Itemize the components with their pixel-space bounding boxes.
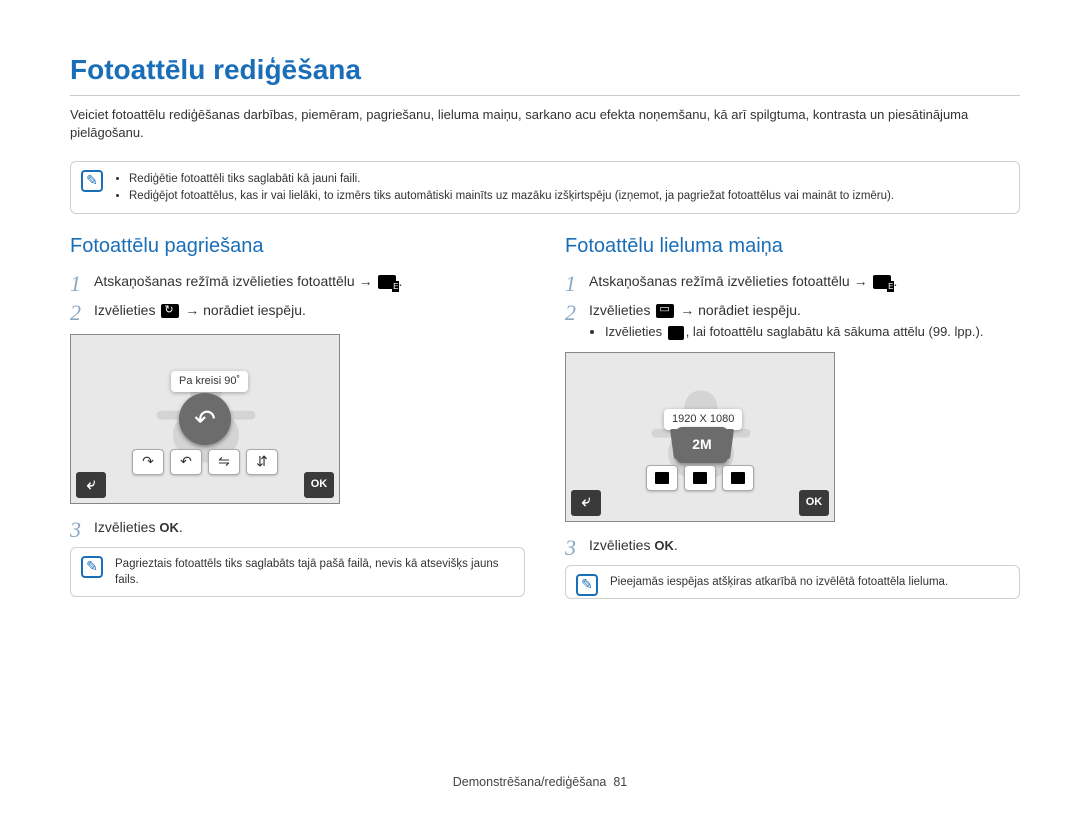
- ok-button[interactable]: OK: [799, 490, 829, 516]
- resize-note-box: ✎ Pieejamās iespējas atšķiras atkarībā n…: [565, 565, 1020, 599]
- start-image-icon: [668, 326, 684, 340]
- size-option-1-button[interactable]: [646, 465, 678, 491]
- step3-resize: Izvēlieties OK.: [589, 536, 1020, 556]
- step3-rotate: Izvēlieties OK.: [94, 518, 525, 538]
- note-icon: ✎: [576, 574, 598, 596]
- top-note-box: ✎ Rediģētie fotoattēli tiks saglabāti kā…: [70, 161, 1020, 214]
- back-button[interactable]: ⤶: [571, 490, 601, 516]
- rotate-screenshot: Pa kreisi 90˚ ↶ ↷ ↶ ⇋ ⇵ ⤶ OK: [70, 334, 340, 504]
- resize-sub-bullet: Izvēlieties , lai fotoattēlu saglabātu k…: [605, 323, 1020, 341]
- back-button[interactable]: ⤶: [76, 472, 106, 498]
- rotate-left-button[interactable]: ↶: [170, 449, 202, 475]
- edit-icon: [873, 275, 891, 289]
- size-option-2-button[interactable]: [684, 465, 716, 491]
- ok-button[interactable]: OK: [304, 472, 334, 498]
- rotate-tooltip: Pa kreisi 90˚: [171, 371, 248, 392]
- rotate-icon: [161, 304, 179, 318]
- rotate-main-button[interactable]: ↶: [179, 393, 231, 445]
- col-rotate: Fotoattēlu pagriešana 1 Atskaņošanas rež…: [70, 232, 525, 617]
- heading-rotate: Fotoattēlu pagriešana: [70, 232, 525, 260]
- step1-resize: Atskaņošanas režīmā izvēlieties fotoattē…: [589, 272, 1020, 292]
- note-icon: ✎: [81, 170, 103, 192]
- flip-horizontal-button[interactable]: ⇋: [208, 449, 240, 475]
- note-icon: ✎: [81, 556, 103, 578]
- rotate-note-box: ✎ Pagrieztais fotoattēls tiks saglabāts …: [70, 547, 525, 597]
- step2-rotate: Izvēlieties → norādiet iespēju.: [94, 301, 525, 321]
- flip-vertical-button[interactable]: ⇵: [246, 449, 278, 475]
- step-number: 2: [565, 301, 589, 324]
- step2-resize: Izvēlieties → norādiet iespēju. Izvēliet…: [589, 301, 1020, 342]
- top-note-2: Rediģējot fotoattēlus, kas ir vai lielāk…: [129, 188, 1007, 204]
- step-number: 2: [70, 301, 94, 324]
- step-number: 1: [565, 272, 589, 295]
- step-number: 1: [70, 272, 94, 295]
- rotate-right-button[interactable]: ↷: [132, 449, 164, 475]
- page-footer: Demonstrēšana/rediģēšana 81: [0, 774, 1080, 792]
- page-title: Fotoattēlu rediģēšana: [70, 50, 1020, 96]
- edit-icon: [378, 275, 396, 289]
- step-number: 3: [70, 518, 94, 541]
- resize-icon: [656, 304, 674, 318]
- resize-main-button[interactable]: 2M: [676, 427, 728, 463]
- col-resize: Fotoattēlu lieluma maiņa 1 Atskaņošanas …: [565, 232, 1020, 617]
- step-number: 3: [565, 536, 589, 559]
- top-note-1: Rediģētie fotoattēli tiks saglabāti kā j…: [129, 171, 1007, 187]
- step1-rotate: Atskaņošanas režīmā izvēlieties fotoattē…: [94, 272, 525, 292]
- intro-text: Veiciet fotoattēlu rediģēšanas darbības,…: [70, 106, 1020, 142]
- size-startimage-button[interactable]: [722, 465, 754, 491]
- resize-screenshot: 1920 X 1080 2M ⤶ OK: [565, 352, 835, 522]
- heading-resize: Fotoattēlu lieluma maiņa: [565, 232, 1020, 260]
